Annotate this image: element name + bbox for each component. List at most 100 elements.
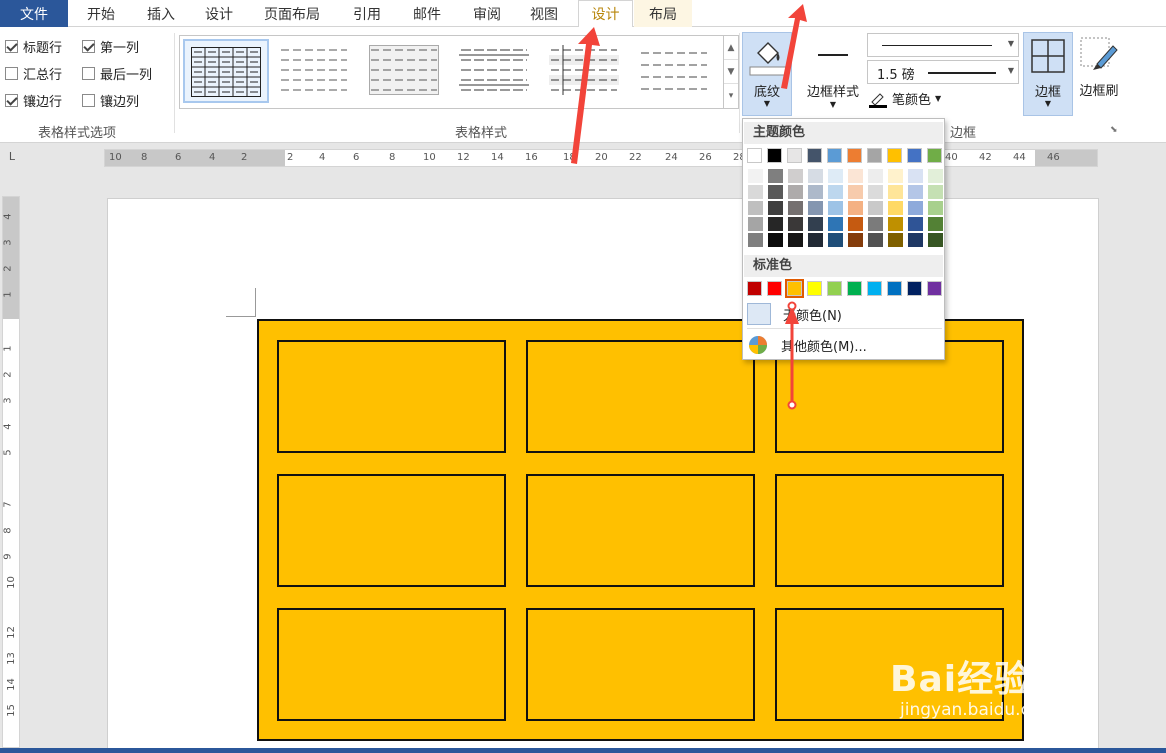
tab-selector[interactable]: L: [0, 143, 24, 171]
theme-shade-swatch[interactable]: [908, 217, 923, 231]
theme-shade-swatch[interactable]: [848, 185, 863, 199]
theme-color-swatch[interactable]: [807, 148, 822, 163]
table-style-plain-grid[interactable]: [183, 39, 269, 103]
standard-color-swatch[interactable]: [907, 281, 922, 296]
pen-color-button[interactable]: 笔颜色 ▼: [868, 89, 941, 108]
theme-shade-swatch[interactable]: [788, 185, 803, 199]
border-styles-button[interactable]: 边框样式 ▼: [800, 32, 866, 116]
standard-color-swatch[interactable]: [785, 279, 804, 298]
theme-shade-swatch[interactable]: [928, 169, 943, 183]
tab-file[interactable]: 文件: [0, 0, 68, 27]
theme-shade-swatch[interactable]: [868, 169, 883, 183]
banded-rows-option[interactable]: 镶边行: [5, 91, 62, 110]
theme-shade-swatch[interactable]: [868, 185, 883, 199]
theme-shade-swatch[interactable]: [768, 233, 783, 247]
theme-shade-swatch[interactable]: [928, 185, 943, 199]
table-style-list[interactable]: [453, 39, 539, 103]
theme-color-swatch[interactable]: [867, 148, 882, 163]
standard-color-swatch[interactable]: [767, 281, 782, 296]
line-style-select[interactable]: ▼: [867, 33, 1019, 57]
theme-shade-swatch[interactable]: [828, 169, 843, 183]
tab-insert[interactable]: 插入: [134, 0, 188, 27]
theme-shade-swatch[interactable]: [808, 217, 823, 231]
tab-design[interactable]: 设计: [192, 0, 246, 27]
standard-color-swatch[interactable]: [867, 281, 882, 296]
theme-shade-swatch[interactable]: [808, 169, 823, 183]
theme-shade-swatch[interactable]: [788, 233, 803, 247]
standard-color-swatch[interactable]: [807, 281, 822, 296]
theme-shade-swatch[interactable]: [868, 201, 883, 215]
gallery-down-icon[interactable]: ▼: [724, 60, 738, 84]
standard-color-swatch[interactable]: [847, 281, 862, 296]
table-cell[interactable]: [526, 474, 755, 587]
table-style-light-grid[interactable]: [363, 39, 449, 103]
dialog-launcher-icon[interactable]: ⬊: [1110, 125, 1118, 135]
tab-table-layout[interactable]: 布局: [634, 0, 692, 27]
theme-color-swatch[interactable]: [747, 148, 762, 163]
gallery-scroll[interactable]: ▲ ▼ ▾: [724, 35, 739, 109]
theme-color-swatch[interactable]: [847, 148, 862, 163]
theme-shade-swatch[interactable]: [848, 233, 863, 247]
theme-shade-swatch[interactable]: [828, 233, 843, 247]
theme-shade-swatch[interactable]: [908, 169, 923, 183]
first-column-checkbox[interactable]: [82, 40, 95, 53]
theme-shade-swatch[interactable]: [848, 169, 863, 183]
table-cell[interactable]: [277, 474, 506, 587]
tab-table-design[interactable]: 设计: [578, 0, 633, 28]
table-style-minimal[interactable]: [633, 39, 719, 103]
theme-shade-swatch[interactable]: [828, 185, 843, 199]
theme-shade-swatch[interactable]: [748, 201, 763, 215]
table-cell[interactable]: [277, 608, 506, 721]
standard-color-swatch[interactable]: [887, 281, 902, 296]
total-row-option[interactable]: 汇总行: [5, 64, 62, 83]
theme-shade-swatch[interactable]: [888, 233, 903, 247]
gallery-up-icon[interactable]: ▲: [724, 36, 738, 60]
borders-button[interactable]: 边框 ▼: [1023, 32, 1073, 116]
table-style-light[interactable]: [273, 39, 359, 103]
tab-view[interactable]: 视图: [517, 0, 571, 27]
banded-rows-checkbox[interactable]: [5, 94, 18, 107]
border-painter-button[interactable]: 边框刷: [1074, 32, 1124, 116]
header-row-option[interactable]: 标题行: [5, 37, 62, 56]
table-style-banded[interactable]: [543, 39, 629, 103]
theme-shade-swatch[interactable]: [788, 217, 803, 231]
theme-color-swatch[interactable]: [887, 148, 902, 163]
theme-color-swatch[interactable]: [827, 148, 842, 163]
theme-shade-swatch[interactable]: [768, 169, 783, 183]
theme-shade-swatch[interactable]: [768, 201, 783, 215]
theme-shade-swatch[interactable]: [788, 169, 803, 183]
tab-page-layout[interactable]: 页面布局: [252, 0, 332, 27]
theme-shade-swatch[interactable]: [808, 233, 823, 247]
more-colors-item[interactable]: 其他颜色(M)...: [747, 333, 942, 357]
shading-button[interactable]: 底纹 ▼: [742, 32, 792, 116]
theme-shade-swatch[interactable]: [868, 233, 883, 247]
tab-review[interactable]: 审阅: [460, 0, 514, 27]
theme-shade-swatch[interactable]: [888, 201, 903, 215]
theme-shade-swatch[interactable]: [928, 233, 943, 247]
theme-shade-swatch[interactable]: [868, 217, 883, 231]
theme-shade-swatch[interactable]: [908, 185, 923, 199]
theme-shade-swatch[interactable]: [908, 201, 923, 215]
theme-color-swatch[interactable]: [907, 148, 922, 163]
theme-shade-swatch[interactable]: [888, 217, 903, 231]
theme-color-swatch[interactable]: [787, 148, 802, 163]
standard-color-swatch[interactable]: [747, 281, 762, 296]
theme-color-swatch[interactable]: [927, 148, 942, 163]
banded-columns-option[interactable]: 镶边列: [82, 91, 139, 110]
banded-columns-checkbox[interactable]: [82, 94, 95, 107]
theme-shade-swatch[interactable]: [928, 217, 943, 231]
theme-shade-swatch[interactable]: [768, 185, 783, 199]
tab-mailings[interactable]: 邮件: [400, 0, 454, 27]
theme-shade-swatch[interactable]: [908, 233, 923, 247]
last-column-checkbox[interactable]: [82, 67, 95, 80]
table-cell[interactable]: [277, 340, 506, 453]
tab-references[interactable]: 引用: [340, 0, 394, 27]
table-cell[interactable]: [775, 474, 1004, 587]
theme-shade-swatch[interactable]: [788, 201, 803, 215]
table-cell[interactable]: [526, 608, 755, 721]
theme-shade-swatch[interactable]: [888, 185, 903, 199]
total-row-checkbox[interactable]: [5, 67, 18, 80]
standard-color-swatch[interactable]: [927, 281, 942, 296]
theme-shade-swatch[interactable]: [848, 217, 863, 231]
first-column-option[interactable]: 第一列: [82, 37, 139, 56]
